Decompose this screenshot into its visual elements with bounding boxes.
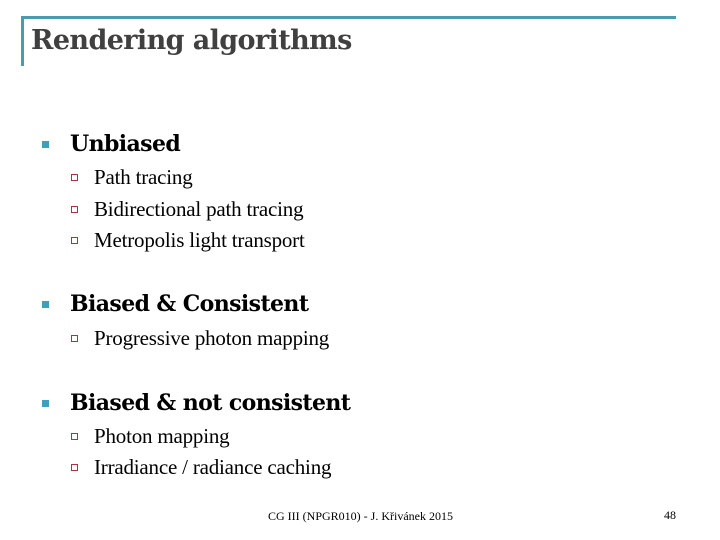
sub-bullet: Path tracing <box>71 165 193 190</box>
sub-bullet-label: Irradiance / radiance caching <box>94 455 332 479</box>
sub-bullet-label: Photon mapping <box>94 424 230 448</box>
sub-bullet-label: Progressive photon mapping <box>94 326 330 350</box>
sub-bullet-label: Path tracing <box>94 165 193 189</box>
bullet-label: Unbiased <box>70 131 181 157</box>
slide-title: Rendering algorithms <box>31 25 352 56</box>
sub-bullet: Progressive photon mapping <box>71 326 329 351</box>
bullet-biased-not-consistent: Biased & not consistent <box>42 390 351 416</box>
sub-bullet-label: Metropolis light transport <box>94 228 305 252</box>
filled-square-bullet-icon <box>42 399 49 407</box>
bullet-label: Biased & not consistent <box>70 390 351 416</box>
page-number: 48 <box>664 508 676 522</box>
hollow-square-bullet-icon <box>71 464 78 471</box>
bullet-label: Biased & Consistent <box>70 291 309 317</box>
hollow-square-bullet-icon <box>71 335 78 342</box>
hollow-square-bullet-icon <box>71 433 78 440</box>
sub-bullet: Irradiance / radiance caching <box>71 455 331 480</box>
hollow-square-bullet-icon <box>71 237 78 244</box>
bullet-biased-consistent: Biased & Consistent <box>42 291 309 317</box>
sub-bullet: Metropolis light transport <box>71 228 305 253</box>
filled-square-bullet-icon <box>42 140 49 148</box>
sub-bullet-label: Bidirectional path tracing <box>94 197 304 221</box>
sub-bullet: Photon mapping <box>71 424 230 449</box>
bullet-unbiased: Unbiased <box>42 131 181 157</box>
filled-square-bullet-icon <box>42 300 49 308</box>
slide-footer: CG III (NPGR010) - J. Křivánek 2015 <box>268 509 453 523</box>
sub-bullet: Bidirectional path tracing <box>71 197 304 222</box>
hollow-square-bullet-icon <box>71 174 78 181</box>
hollow-square-bullet-icon <box>71 206 78 213</box>
